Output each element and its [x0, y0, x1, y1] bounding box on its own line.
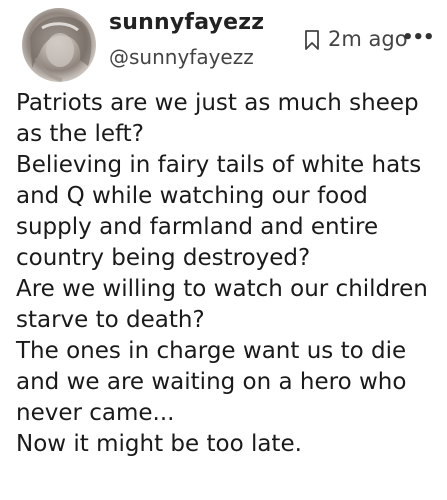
post-text-line: Believing in fairy tails of white hats	[16, 152, 422, 178]
post-text-line: as the left?	[16, 121, 144, 147]
post-text-line: Are we willing to watch our children	[16, 276, 428, 302]
post-text-line: supply and farmland and entire	[16, 214, 379, 240]
post-text-line: never came...	[16, 400, 175, 426]
post-text-line: Patriots are we just as much sheep	[16, 90, 419, 116]
post-body: Patriots are we just as much sheep as th…	[16, 88, 440, 460]
post-text-line: The ones in charge want us to die	[16, 338, 407, 364]
post-text-line: and Q while watching our food	[16, 183, 368, 209]
bookmark-icon[interactable]	[304, 30, 320, 50]
user-handle[interactable]: @sunnyfayezz	[109, 45, 254, 69]
avatar-photo	[30, 16, 92, 82]
avatar[interactable]	[22, 8, 96, 82]
display-name[interactable]: sunnyfayezz	[109, 10, 264, 35]
timestamp: 2m ago	[328, 27, 408, 51]
post-text-line: Now it might be too late.	[16, 431, 302, 457]
more-options-icon[interactable]: •••	[402, 28, 435, 48]
post-text-line: and we are waiting on a hero who	[16, 369, 407, 395]
post-header: sunnyfayezz @sunnyfayezz 2m ago •••	[0, 0, 447, 90]
post-text-line: country being destroyed?	[16, 245, 311, 271]
post-text-line: starve to death?	[16, 307, 205, 333]
